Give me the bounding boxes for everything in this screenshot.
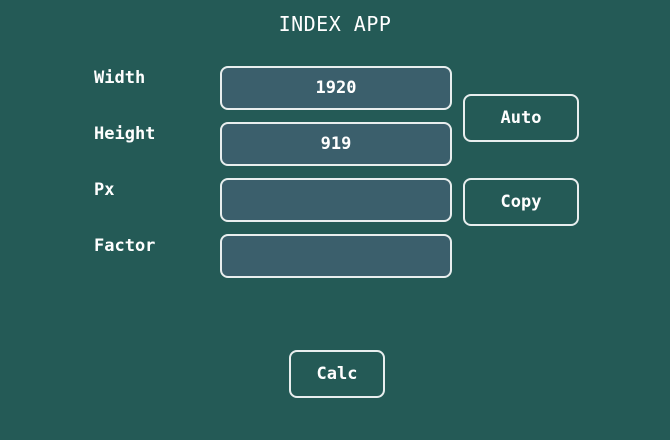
px-input[interactable] — [220, 178, 452, 222]
calc-button[interactable]: Calc — [289, 350, 385, 398]
height-label: Height — [94, 124, 156, 144]
app-title: INDEX APP — [278, 12, 392, 36]
height-input[interactable] — [220, 122, 452, 166]
copy-button[interactable]: Copy — [463, 178, 579, 226]
factor-label: Factor — [94, 236, 156, 256]
width-input[interactable] — [220, 66, 452, 110]
width-label: Width — [94, 68, 146, 88]
factor-input[interactable] — [220, 234, 452, 278]
auto-button[interactable]: Auto — [463, 94, 579, 142]
px-label: Px — [94, 180, 115, 200]
